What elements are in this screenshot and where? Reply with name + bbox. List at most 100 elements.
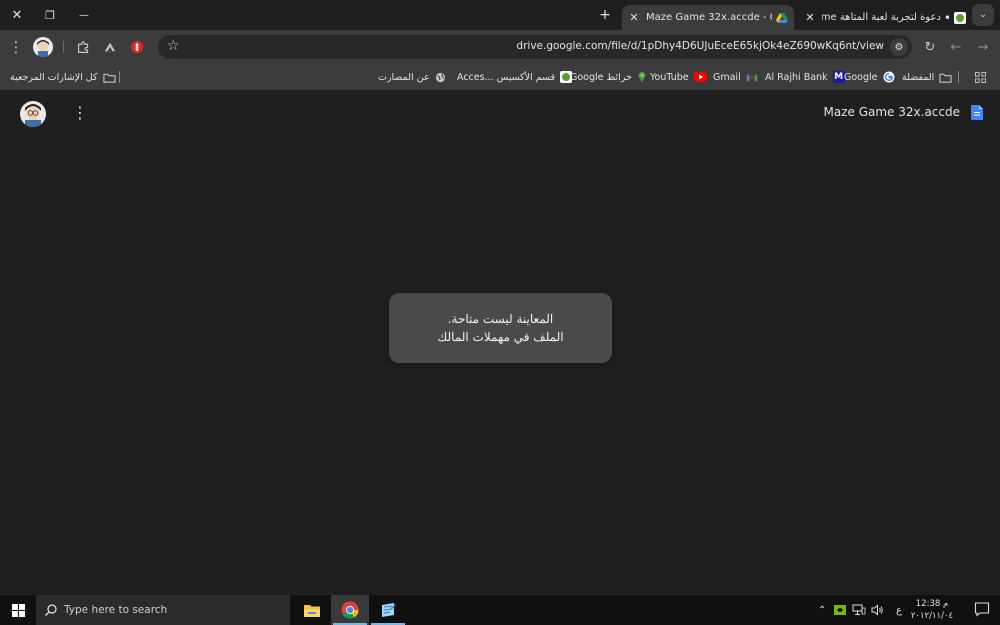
bookmark-folder[interactable]: المفضلة [902, 69, 952, 85]
bookmark-star-icon[interactable]: ☆ [167, 38, 180, 54]
toolbar: ⋮ ☆ drive.google.com/file/d/1pDhy4D6UJuE… [0, 30, 1000, 64]
close-icon: ✕ [11, 7, 23, 23]
bookmark-item[interactable]: Acces... قسم الأكسيس [457, 69, 573, 85]
bookmark-item[interactable]: YouTube [650, 69, 707, 85]
minimize-window-button[interactable]: — [67, 0, 101, 30]
more-options-button[interactable]: ⋮ [72, 104, 88, 124]
maps-pin-icon [638, 71, 646, 83]
input-language-button[interactable]: ع [896, 595, 902, 625]
plus-icon: + [599, 7, 611, 23]
new-tab-button[interactable]: + [588, 0, 622, 30]
ime-indicator: ع [896, 604, 902, 616]
file-explorer-button[interactable] [293, 595, 331, 625]
tab-strip: ✕ ❐ — + ✕ Maze Game 32x.accde - Google D… [0, 0, 1000, 30]
notepad-taskbar-button[interactable] [369, 595, 407, 625]
preview-unavailable-message: المعاينة ليست متاحة. الملف في مهملات الم… [389, 293, 612, 363]
account-avatar[interactable] [20, 101, 46, 127]
google-drive-icon [776, 12, 788, 23]
chrome-taskbar-button[interactable] [331, 595, 369, 625]
tune-icon: ⚙ [894, 41, 904, 53]
tab-search-button[interactable]: ⌄ [972, 4, 994, 26]
bookmark-item[interactable]: Google خرائط [570, 69, 647, 85]
notification-icon [974, 602, 990, 617]
restore-icon: ❐ [45, 8, 55, 22]
profile-avatar-icon [37, 40, 49, 57]
site-icon [954, 11, 966, 24]
gmail-icon [746, 74, 757, 81]
site-settings-button[interactable]: ⚙ [890, 38, 908, 56]
bookmark-label: Al Rajhi Bank [765, 71, 828, 83]
audio-indicator-icon: • [943, 10, 951, 25]
folder-explorer-icon [304, 604, 320, 617]
message-line-2: الملف في مهملات المالك [437, 330, 564, 344]
omnibox[interactable]: ☆ drive.google.com/file/d/1pDhy4D6UJuEce… [158, 35, 912, 59]
bookmark-label: المفضلة [902, 71, 935, 83]
bookmark-item[interactable]: Gmail [713, 69, 758, 85]
tab-title: دعوة لتجربة لعبة المتاهة Maze Game [822, 12, 941, 23]
profile-button[interactable] [33, 37, 53, 57]
apps-button[interactable] [975, 69, 986, 85]
show-hidden-icons-button[interactable]: ⌃ [818, 595, 826, 625]
puzzle-icon [77, 40, 88, 53]
tab-close-button[interactable]: ✕ [802, 11, 818, 24]
volume-button[interactable] [871, 595, 884, 625]
red-badge-icon [130, 40, 144, 54]
notifications-button[interactable] [974, 601, 992, 619]
back-arrow-icon: ← [950, 39, 962, 55]
volume-icon [871, 604, 883, 616]
bookmark-label: Gmail [713, 71, 741, 83]
kebab-menu-icon: ⋮ [8, 38, 24, 56]
tray-nvidia[interactable] [834, 595, 846, 625]
folder-icon [939, 73, 952, 83]
all-bookmarks-button[interactable]: كل الإشارات المرجعية [10, 69, 116, 85]
reload-button[interactable]: ↻ [921, 38, 939, 56]
taskbar: Type here to search ⌃ ع 12:38 م ٢٠١٢/١١/… [0, 595, 1000, 625]
search-placeholder: Type here to search [64, 604, 168, 616]
close-window-button[interactable]: ✕ [0, 0, 34, 30]
chrome-icon [341, 601, 359, 619]
minimize-icon: — [79, 9, 89, 21]
bookmark-item[interactable]: Google [844, 69, 895, 85]
file-icon [971, 105, 983, 120]
address-url[interactable]: drive.google.com/file/d/1pDhy4D6UJuEceE6… [516, 40, 884, 52]
bookmark-label: عن المصارت [378, 71, 430, 83]
start-button[interactable] [0, 595, 36, 625]
windows-logo-icon [11, 603, 25, 617]
clock-date: ٢٠١٢/١١/٠٤ [910, 611, 954, 621]
tab-active[interactable]: ✕ Maze Game 32x.accde - Google Drive [622, 5, 794, 30]
bookmark-label: Google خرائط [570, 71, 632, 83]
tab-inactive[interactable]: ✕ دعوة لتجربة لعبة المتاهة Maze Game • [798, 5, 970, 30]
bookmark-item[interactable]: عن المصارت [378, 69, 446, 85]
cloud-extension-icon [104, 42, 116, 52]
drive-file-viewer: ⋮ Maze Game 32x.accde المعاينة ليست متاح… [0, 90, 1000, 595]
clock[interactable]: 12:38 م ٢٠١٢/١١/٠٤ [910, 598, 954, 622]
toolbar-divider [63, 41, 64, 53]
bookmark-label: Acces... قسم الأكسيس [457, 71, 556, 83]
avatar-icon [25, 104, 41, 127]
nvidia-icon [834, 605, 846, 615]
back-button[interactable]: ← [947, 38, 965, 56]
folder-icon [102, 73, 116, 83]
forward-button[interactable]: → [974, 38, 992, 56]
network-icon [852, 604, 866, 615]
restore-window-button[interactable]: ❐ [33, 0, 67, 30]
bookmarks-divider [119, 71, 120, 83]
globe-icon [435, 72, 445, 82]
bookmarks-divider [958, 71, 959, 83]
taskbar-search[interactable]: Type here to search [36, 595, 290, 625]
bookmark-label: YouTube [650, 71, 689, 83]
network-button[interactable] [852, 595, 866, 625]
chevron-down-icon: ⌄ [979, 10, 987, 20]
kebab-menu-icon: ⋮ [72, 103, 88, 122]
bookmark-item[interactable]: Al Rajhi Bank M [765, 69, 845, 85]
file-title: Maze Game 32x.accde [823, 105, 960, 119]
youtube-icon [693, 72, 707, 82]
tab-close-button[interactable]: ✕ [626, 11, 642, 24]
menu-button[interactable]: ⋮ [7, 38, 25, 56]
extension-button-red[interactable] [128, 38, 146, 56]
reload-icon: ↻ [924, 39, 936, 55]
extensions-button[interactable] [74, 38, 92, 56]
search-icon [45, 604, 57, 616]
apps-grid-icon [975, 71, 986, 83]
extension-button[interactable] [101, 38, 119, 56]
